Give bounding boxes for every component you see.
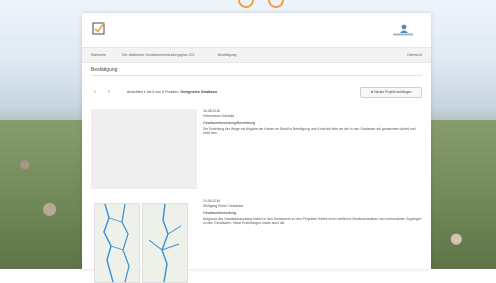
breadcrumb-item-current: Bestätigung (218, 53, 237, 57)
photo-placeholder[interactable] (91, 109, 197, 189)
main-panel: Startseite Der städtische Gewässerentwic… (82, 13, 431, 283)
entry-body: Die Erstellung der Wege mit Angabe der K… (203, 126, 416, 136)
entry-author: Wolfgang Ebner Gewässer (203, 203, 244, 208)
header (82, 13, 431, 45)
entry-info: 10.06.2016 Wolfgang Ebner Gewässer Gewäs… (203, 199, 422, 226)
add-project-label: Neues Projekt anhängen (374, 90, 412, 94)
entry-author: Heinemann Volkhold (203, 113, 235, 118)
chevron-right-icon[interactable]: › (105, 88, 113, 96)
breadcrumb-item-plan[interactable]: Der städtische Gewässerentwicklungsplan … (122, 48, 195, 62)
map-thumbnail[interactable] (142, 203, 188, 283)
navigation-status: Ansichten 1 bis 6 von 6 Punkten: Geeigne… (127, 86, 218, 98)
page-title: Bestätigung (91, 67, 118, 73)
navigation-status-category: Geeignetes Gewässer (180, 90, 218, 94)
list-item: 26.08.2016 Heinemann Volkhold Gewässerbe… (91, 109, 422, 195)
breadcrumb-overview-link[interactable]: Übersicht (407, 48, 422, 62)
add-project-button[interactable]: ⊕ Neues Projekt anhängen (360, 87, 422, 98)
breadcrumb-item-home[interactable]: Startseite (91, 48, 106, 62)
entry-subject: Gewässerbewertung/Beurteilung (203, 121, 256, 126)
entry-body: Aufgrund des Gewässerausbaus haben in de… (203, 216, 422, 226)
breadcrumb: Startseite Der städtische Gewässerentwic… (82, 47, 431, 63)
entry-navigation: ‹ › Ansichten 1 bis 6 von 6 Punkten: Gee… (91, 86, 422, 98)
navigation-status-prefix: Ansichten 1 bis 6 von 6 Punkten: (127, 90, 180, 94)
entry-subject: Gewässerbewertung (203, 211, 236, 216)
chevron-left-icon[interactable]: ‹ (91, 88, 99, 96)
list-item: 10.06.2016 Wolfgang Ebner Gewässer Gewäs… (91, 199, 422, 283)
map-thumbnail[interactable] (94, 203, 140, 283)
divider (91, 75, 422, 76)
check-edit-icon[interactable] (92, 21, 106, 35)
entry-info: 26.08.2016 Heinemann Volkhold Gewässerbe… (203, 109, 422, 136)
user-avatar-icon[interactable] (389, 23, 417, 37)
